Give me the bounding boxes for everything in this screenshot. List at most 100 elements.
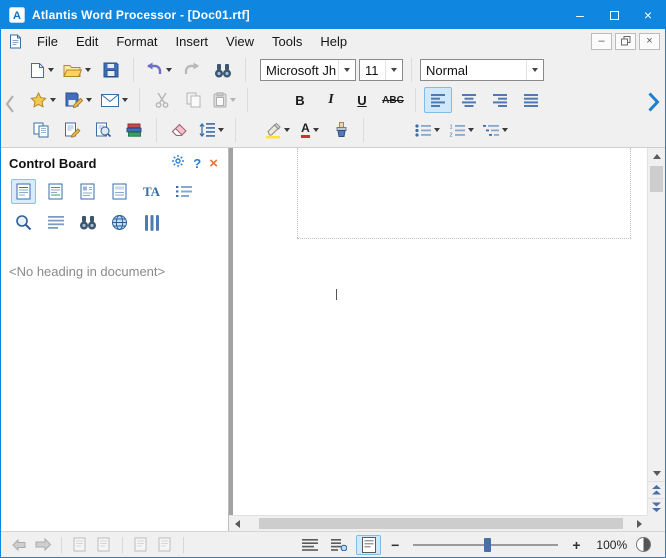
menu-help[interactable]: Help: [311, 31, 356, 52]
typography-pane-button[interactable]: TA: [139, 179, 164, 204]
print-preview-button[interactable]: [89, 117, 117, 143]
style-combo[interactable]: Normal: [420, 59, 544, 81]
two-documents-button[interactable]: [27, 117, 55, 143]
vertical-scroll-track[interactable]: [648, 164, 665, 465]
next-edit-button[interactable]: [155, 535, 175, 555]
draft-view-button[interactable]: [298, 535, 323, 555]
line-spacing-dropdown-icon[interactable]: [218, 128, 224, 132]
mdi-restore-button[interactable]: [615, 33, 636, 50]
control-board-close-button[interactable]: ×: [209, 156, 218, 171]
scroll-up-button[interactable]: [648, 148, 665, 164]
organizer-pane-button[interactable]: [139, 210, 164, 235]
align-left-button[interactable]: [424, 87, 452, 113]
font-name-combo[interactable]: Microsoft Jh: [260, 59, 356, 81]
horizontal-scrollbar[interactable]: [229, 515, 647, 531]
mdi-close-button[interactable]: ×: [639, 33, 660, 50]
bullet-list-button[interactable]: [412, 117, 443, 143]
close-button[interactable]: ×: [631, 1, 665, 29]
bookmarks-pane-button[interactable]: [75, 179, 100, 204]
format-painter-button[interactable]: [327, 117, 355, 143]
vertical-scroll-thumb[interactable]: [650, 166, 663, 192]
undo-button[interactable]: [142, 57, 175, 83]
edit-document-button[interactable]: [58, 117, 86, 143]
bullet-list-dropdown-icon[interactable]: [434, 128, 440, 132]
back-button[interactable]: [9, 535, 29, 555]
email-dropdown-icon[interactable]: [122, 98, 128, 102]
page-layout-view-button[interactable]: [356, 535, 381, 555]
email-button[interactable]: [98, 87, 131, 113]
maximize-button[interactable]: [597, 1, 631, 29]
cut-button[interactable]: [148, 87, 176, 113]
font-color-dropdown-icon[interactable]: [313, 128, 319, 132]
scroll-down-button[interactable]: [648, 465, 665, 481]
eraser-button[interactable]: [165, 117, 193, 143]
menu-insert[interactable]: Insert: [167, 31, 218, 52]
document-page[interactable]: [233, 148, 647, 515]
open-button[interactable]: [60, 57, 94, 83]
undo-dropdown-icon[interactable]: [166, 68, 172, 72]
help-button[interactable]: ?: [193, 156, 201, 171]
find-button[interactable]: [209, 57, 237, 83]
menu-edit[interactable]: Edit: [67, 31, 107, 52]
align-justify-button[interactable]: [517, 87, 545, 113]
paste-dropdown-icon[interactable]: [230, 98, 236, 102]
paragraphs-pane-button[interactable]: [43, 210, 68, 235]
strikethrough-button[interactable]: ABC: [379, 87, 407, 113]
scroll-right-button[interactable]: [631, 516, 647, 531]
save-special-button[interactable]: [62, 87, 95, 113]
prev-place-button[interactable]: [70, 535, 90, 555]
font-size-combo[interactable]: 11: [359, 59, 403, 81]
next-place-button[interactable]: [94, 535, 114, 555]
redo-button[interactable]: [178, 57, 206, 83]
numbered-list-dropdown-icon[interactable]: [468, 128, 474, 132]
more-toolbars-button[interactable]: [647, 91, 660, 118]
next-page-button[interactable]: [648, 498, 665, 515]
menu-tools[interactable]: Tools: [263, 31, 311, 52]
zoom-slider-thumb[interactable]: [484, 538, 491, 552]
mdi-minimize-button[interactable]: –: [591, 33, 612, 50]
horizontal-scroll-thumb[interactable]: [259, 518, 623, 529]
save-button[interactable]: [97, 57, 125, 83]
horizontal-scroll-track[interactable]: [245, 516, 631, 531]
minimize-button[interactable]: –: [563, 1, 597, 29]
multilevel-list-dropdown-icon[interactable]: [502, 128, 508, 132]
font-name-combo-dropdown[interactable]: [338, 60, 355, 80]
books-button[interactable]: [120, 117, 148, 143]
underline-button[interactable]: U: [348, 87, 376, 113]
font-size-combo-dropdown[interactable]: [385, 60, 402, 80]
forward-button[interactable]: [33, 535, 53, 555]
bold-button[interactable]: B: [286, 87, 314, 113]
style-combo-dropdown[interactable]: [526, 60, 543, 80]
line-spacing-button[interactable]: [196, 117, 227, 143]
web-pane-button[interactable]: [107, 210, 132, 235]
online-view-button[interactable]: [327, 535, 352, 555]
previous-page-button[interactable]: [648, 481, 665, 498]
save-special-dropdown-icon[interactable]: [86, 98, 92, 102]
menu-file[interactable]: File: [28, 31, 67, 52]
find-pane-button[interactable]: [75, 210, 100, 235]
previous-toolbar-button[interactable]: [5, 95, 15, 118]
titlebar[interactable]: A Atlantis Word Processor - [Doc01.rtf] …: [1, 1, 665, 29]
vertical-scrollbar[interactable]: [647, 148, 665, 515]
zoom-slider[interactable]: [413, 536, 558, 554]
zoom-in-button[interactable]: +: [566, 535, 586, 555]
align-right-button[interactable]: [486, 87, 514, 113]
fields-pane-button[interactable]: [107, 179, 132, 204]
settings-gear-button[interactable]: [171, 154, 185, 173]
favorites-dropdown-icon[interactable]: [50, 98, 56, 102]
align-center-button[interactable]: [455, 87, 483, 113]
menu-view[interactable]: View: [217, 31, 263, 52]
zoom-out-button[interactable]: −: [385, 535, 405, 555]
paste-button[interactable]: [210, 87, 239, 113]
new-document-button[interactable]: [27, 57, 57, 83]
multilevel-list-button[interactable]: [480, 117, 511, 143]
italic-button[interactable]: I: [317, 87, 345, 113]
headings-pane-button[interactable]: [11, 179, 36, 204]
color-scheme-toggle[interactable]: [636, 537, 651, 552]
search-pane-button[interactable]: [11, 210, 36, 235]
open-dropdown-icon[interactable]: [85, 68, 91, 72]
prev-edit-button[interactable]: [131, 535, 151, 555]
favorites-button[interactable]: [27, 87, 59, 113]
numbered-list-button[interactable]: 12: [446, 117, 477, 143]
menu-format[interactable]: Format: [107, 31, 166, 52]
